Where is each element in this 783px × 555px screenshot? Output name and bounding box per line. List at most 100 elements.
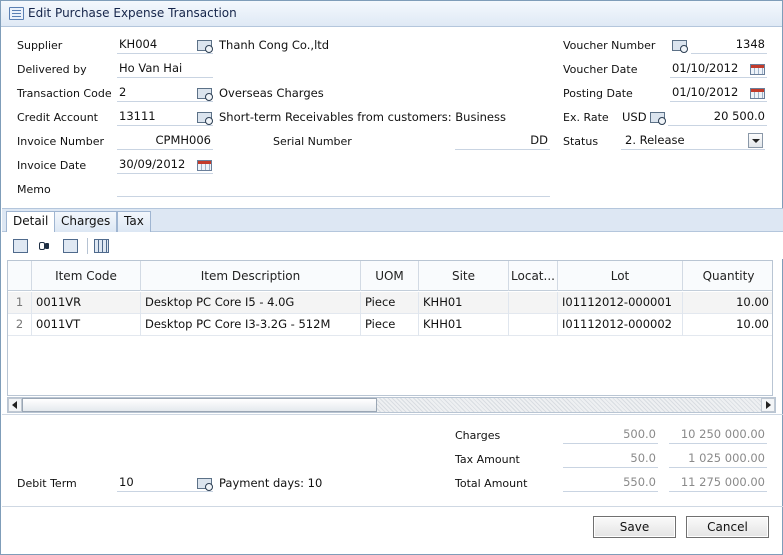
- row-number: 2: [8, 314, 32, 336]
- scroll-thumb[interactable]: [22, 398, 377, 412]
- memo-label: Memo: [17, 183, 51, 196]
- delivered-by-label: Delivered by: [17, 63, 87, 76]
- total-lc-field: 11 275 000.00: [669, 474, 767, 492]
- charges-lc-value: 10 250 000.00: [680, 427, 765, 441]
- grid-header: Item Code Item Description UOM Site Loca…: [8, 261, 772, 291]
- table-row[interactable]: 2 0011VT Desktop PC Core I3-3.2G - 512M …: [8, 314, 772, 336]
- supplier-lookup-icon[interactable]: [197, 40, 213, 53]
- transaction-code-label: Transaction Code: [17, 87, 112, 100]
- item-description-cell[interactable]: Desktop PC Core I3-3.2G - 512M: [141, 314, 361, 336]
- window-icon: [9, 7, 24, 20]
- voucher-number-value: 1348: [735, 37, 765, 51]
- serial-number-label: Serial Number: [273, 135, 352, 148]
- lot-cell[interactable]: I01112012-000001: [558, 292, 683, 314]
- invoice-date-calendar-icon[interactable]: [197, 160, 212, 171]
- location-cell[interactable]: [509, 314, 558, 336]
- invoice-date-label: Invoice Date: [17, 159, 87, 172]
- debit-term-value: 10: [119, 475, 134, 489]
- serial-number-value: DD: [530, 133, 548, 147]
- currency-lookup-icon[interactable]: [650, 112, 666, 125]
- cancel-button[interactable]: Cancel: [686, 516, 769, 538]
- scroll-left-icon[interactable]: [8, 398, 22, 412]
- delivered-by-field[interactable]: Ho Van Hai: [117, 60, 213, 78]
- title-bar: Edit Purchase Expense Transaction: [1, 1, 782, 27]
- credit-account-label: Credit Account: [17, 111, 98, 124]
- save-button[interactable]: Save: [593, 516, 676, 538]
- credit-account-lookup-icon[interactable]: [197, 112, 213, 125]
- find-icon[interactable]: [37, 239, 52, 253]
- invoice-date-value: 30/09/2012: [119, 157, 186, 171]
- col-location[interactable]: Locat...: [509, 261, 558, 291]
- transaction-code-name: Overseas Charges: [219, 86, 324, 100]
- delete-row-icon[interactable]: [13, 239, 28, 253]
- delivered-by-value: Ho Van Hai: [119, 61, 183, 75]
- transaction-code-value: 2: [119, 85, 127, 99]
- payment-days-text: Payment days: 10: [219, 476, 323, 490]
- voucher-number-label: Voucher Number: [563, 39, 656, 52]
- invoice-number-value: CPMH006: [155, 133, 211, 147]
- col-quantity[interactable]: Quantity: [683, 261, 772, 291]
- uom-cell[interactable]: Piece: [361, 292, 419, 314]
- tab-tax[interactable]: Tax: [117, 211, 151, 232]
- table-row[interactable]: 1 0011VR Desktop PC Core I5 - 4.0G Piece…: [8, 292, 772, 314]
- invoice-number-field[interactable]: CPMH006: [117, 132, 213, 150]
- grid-edit-icon[interactable]: [63, 239, 78, 253]
- status-dropdown-icon[interactable]: [748, 133, 763, 148]
- status-select[interactable]: 2. Release: [621, 132, 765, 150]
- site-cell[interactable]: KHH01: [419, 314, 509, 336]
- row-number: 1: [8, 292, 32, 314]
- supplier-code-value: KH004: [119, 37, 158, 51]
- invoice-number-label: Invoice Number: [17, 135, 105, 148]
- tax-lc-field: 1 025 000.00: [669, 450, 767, 468]
- tax-amount-label: Tax Amount: [455, 453, 520, 466]
- charges-label: Charges: [455, 429, 501, 442]
- location-cell[interactable]: [509, 292, 558, 314]
- ex-rate-currency[interactable]: USD: [622, 110, 647, 124]
- supplier-label: Supplier: [17, 39, 63, 52]
- credit-account-value: 13111: [119, 109, 156, 123]
- ex-rate-field[interactable]: 20 500.0: [668, 108, 767, 126]
- charges-lc-field: 10 250 000.00: [669, 426, 767, 444]
- scroll-right-icon[interactable]: [761, 398, 775, 412]
- total-amount-label: Total Amount: [455, 477, 528, 490]
- total-fc-value: 550.0: [623, 475, 656, 489]
- voucher-number-lookup-icon[interactable]: [672, 40, 688, 53]
- voucher-date-calendar-icon[interactable]: [750, 64, 765, 75]
- site-cell[interactable]: KHH01: [419, 292, 509, 314]
- tab-detail[interactable]: Detail: [6, 211, 56, 233]
- charges-fc-field: 500.0: [563, 426, 658, 444]
- transaction-code-lookup-icon[interactable]: [197, 88, 213, 101]
- columns-icon[interactable]: [94, 239, 109, 253]
- item-code-cell[interactable]: 0011VT: [32, 314, 141, 336]
- debit-term-label: Debit Term: [17, 477, 77, 490]
- horizontal-scrollbar[interactable]: [7, 397, 776, 413]
- col-item-code[interactable]: Item Code: [32, 261, 141, 291]
- uom-cell[interactable]: Piece: [361, 314, 419, 336]
- buttons-divider: [2, 506, 783, 507]
- serial-number-field[interactable]: DD: [455, 132, 550, 150]
- debit-term-lookup-icon[interactable]: [197, 478, 213, 491]
- col-item-description[interactable]: Item Description: [141, 261, 361, 291]
- voucher-date-value: 01/10/2012: [672, 61, 739, 75]
- total-lc-value: 11 275 000.00: [680, 475, 765, 489]
- tax-fc-value: 50.0: [630, 451, 656, 465]
- ex-rate-label: Ex. Rate: [563, 111, 609, 124]
- ex-rate-value: 20 500.0: [713, 109, 765, 123]
- tab-charges[interactable]: Charges: [54, 211, 118, 232]
- quantity-cell[interactable]: 10.00: [683, 292, 772, 314]
- posting-date-calendar-icon[interactable]: [750, 88, 765, 99]
- posting-date-value: 01/10/2012: [672, 85, 739, 99]
- footer-divider: [2, 414, 783, 415]
- lot-cell[interactable]: I01112012-000002: [558, 314, 683, 336]
- col-site[interactable]: Site: [419, 261, 509, 291]
- voucher-number-field[interactable]: 1348: [691, 36, 767, 54]
- posting-date-label: Posting Date: [563, 87, 633, 100]
- item-code-cell[interactable]: 0011VR: [32, 292, 141, 314]
- tab-strip: Detail Charges Tax: [2, 208, 783, 233]
- item-description-cell[interactable]: Desktop PC Core I5 - 4.0G: [141, 292, 361, 314]
- memo-field[interactable]: [117, 179, 550, 197]
- window-title: Edit Purchase Expense Transaction: [28, 6, 237, 20]
- col-uom[interactable]: UOM: [361, 261, 419, 291]
- quantity-cell[interactable]: 10.00: [683, 314, 772, 336]
- col-lot[interactable]: Lot: [558, 261, 683, 291]
